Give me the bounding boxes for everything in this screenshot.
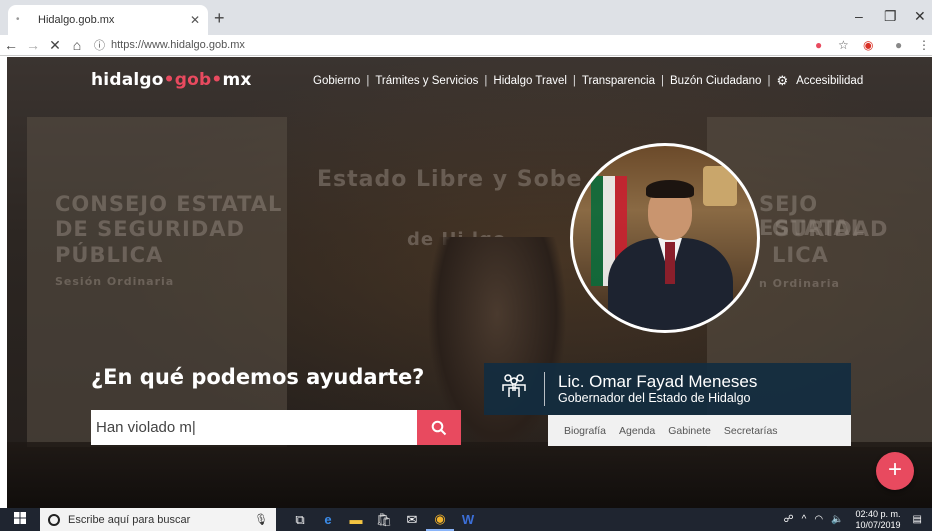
cortana-icon	[48, 513, 60, 526]
background-text: DE SEGURIDAD	[55, 217, 245, 241]
background-text: Estado Libre y Sobe	[317, 167, 583, 192]
link-gabinete[interactable]: Gabinete	[668, 425, 711, 437]
site-search	[91, 410, 461, 445]
background-text: GURIDAD	[772, 217, 889, 241]
taskbar-search[interactable]: Escribe aquí para buscar 🎙	[40, 508, 276, 531]
nav-gobierno[interactable]: Gobierno	[313, 75, 360, 87]
mail-icon[interactable]: ✉	[398, 508, 426, 531]
governor-card[interactable]: Lic. Omar Fayad Meneses Gobernador del E…	[484, 363, 851, 415]
store-icon[interactable]: 🛍	[370, 508, 398, 531]
logo-text-mx: mx	[222, 70, 252, 90]
nav-separator: |	[661, 75, 665, 87]
state-shield	[703, 166, 737, 206]
chevron-up-icon[interactable]: ^	[802, 514, 807, 525]
nav-accesibilidad[interactable]: Accesibilidad	[796, 75, 863, 87]
site-logo[interactable]: hidalgo•gob•mx	[91, 70, 252, 90]
logo-dot: •	[211, 70, 223, 90]
browser-tab[interactable]: • Hidalgo.gob.mx ✕	[8, 5, 208, 35]
windows-taskbar: Escribe aquí para buscar 🎙 ⧉ e ▬ 🛍 ✉ ◉ W…	[0, 508, 932, 531]
portrait-tie	[665, 242, 675, 284]
governor-role: Gobernador del Estado de Hidalgo	[558, 391, 751, 405]
nav-separator: |	[366, 75, 370, 87]
floating-plus-button[interactable]: +	[876, 452, 914, 490]
browser-tabbar: • Hidalgo.gob.mx ✕ + – ❐ ✕	[0, 0, 932, 35]
logo-dot: •	[163, 70, 175, 90]
clock-time: 02:40 p. m.	[855, 508, 901, 519]
nav-hidalgo-travel[interactable]: Hidalgo Travel	[493, 75, 567, 87]
clock-date: 10/07/2019	[855, 519, 901, 530]
back-icon[interactable]: ←	[0, 37, 22, 53]
governor-name: Lic. Omar Fayad Meneses	[558, 372, 758, 391]
star-icon[interactable]: ☆	[838, 38, 849, 52]
portrait-hair	[646, 180, 694, 198]
main-nav: Gobierno | Trámites y Servicios | Hidalg…	[313, 73, 863, 89]
notifications-icon[interactable]: ▤	[913, 514, 922, 525]
nav-separator: |	[572, 75, 576, 87]
home-icon[interactable]: ⌂	[66, 37, 88, 53]
people-tray-icon[interactable]: ☍	[783, 514, 793, 525]
favicon-icon: •	[16, 14, 20, 25]
edge-icon[interactable]: e	[314, 508, 342, 531]
nav-separator: |	[767, 75, 771, 87]
new-tab-button[interactable]: +	[214, 8, 225, 29]
nav-tramites[interactable]: Trámites y Servicios	[375, 75, 478, 87]
search-button[interactable]	[417, 410, 461, 445]
url-field[interactable]: ⓘ https://www.hidalgo.gob.mx	[94, 37, 245, 53]
tab-close-icon[interactable]: ✕	[190, 13, 200, 27]
page-headline: ¿En qué podemos ayudarte?	[91, 365, 425, 389]
background-desk	[7, 442, 932, 508]
people-icon	[484, 373, 544, 405]
background-text: PÚBLICA	[55, 243, 164, 267]
accessibility-gear-icon[interactable]: ⚙	[776, 73, 788, 89]
task-view-icon[interactable]: ⧉	[286, 508, 314, 531]
word-icon[interactable]: W	[454, 508, 482, 531]
logo-text-hidalgo: hidalgo	[91, 70, 164, 90]
maximize-button[interactable]: ❐	[884, 8, 897, 25]
link-secretarias[interactable]: Secretarías	[724, 425, 778, 437]
governor-links: Biografía Agenda Gabinete Secretarías	[548, 415, 851, 446]
background-text: n Ordinaria	[759, 277, 840, 290]
taskbar-clock[interactable]: 02:40 p. m. 10/07/2019	[856, 509, 901, 531]
volume-icon[interactable]: 🔈	[831, 514, 843, 525]
governor-info: Lic. Omar Fayad Meneses Gobernador del E…	[558, 372, 757, 406]
close-window-button[interactable]: ✕	[914, 8, 926, 25]
windows-icon	[14, 512, 26, 524]
account-icon[interactable]: ◉	[863, 38, 873, 52]
info-icon[interactable]: ⓘ	[94, 37, 105, 53]
background-text: Sesión Ordinaria	[55, 275, 175, 288]
profile-icon[interactable]: ●	[895, 38, 902, 52]
menu-icon[interactable]: ⋮	[918, 38, 930, 52]
file-explorer-icon[interactable]: ▬	[342, 508, 370, 531]
microphone-icon[interactable]: 🎙	[254, 513, 268, 526]
governor-portrait	[570, 143, 760, 333]
taskbar-search-placeholder: Escribe aquí para buscar	[68, 513, 191, 526]
search-icon	[431, 420, 447, 435]
link-biografia[interactable]: Biografía	[564, 425, 606, 437]
wifi-icon[interactable]: ◠	[814, 514, 823, 525]
background-text: CONSEJO ESTATAL	[55, 192, 283, 216]
link-agenda[interactable]: Agenda	[619, 425, 655, 437]
tab-title: Hidalgo.gob.mx	[38, 14, 115, 26]
system-tray: ☍ ^ ◠ 🔈 02:40 p. m. 10/07/2019 ▤	[779, 508, 926, 531]
web-page: CONSEJO ESTATAL DE SEGURIDAD PÚBLICA Ses…	[7, 57, 932, 508]
url-text: https://www.hidalgo.gob.mx	[111, 39, 245, 51]
nav-transparencia[interactable]: Transparencia	[582, 75, 655, 87]
nav-buzon-ciudadano[interactable]: Buzón Ciudadano	[670, 75, 761, 87]
search-input[interactable]	[91, 410, 417, 445]
stop-icon[interactable]: ✕	[44, 37, 66, 54]
taskbar-apps: ⧉ e ▬ 🛍 ✉ ◉ W	[286, 508, 482, 531]
logo-text-gob: gob	[174, 70, 212, 90]
forward-icon[interactable]: →	[22, 37, 44, 53]
start-button[interactable]	[0, 512, 40, 527]
extension-icon[interactable]: ●	[815, 38, 822, 52]
chrome-icon[interactable]: ◉	[426, 508, 454, 531]
address-bar: ← → ✕ ⌂ ⓘ https://www.hidalgo.gob.mx	[0, 35, 932, 56]
background-text: LICA	[772, 243, 829, 267]
card-divider	[544, 372, 545, 406]
minimize-button[interactable]: –	[855, 8, 863, 24]
nav-separator: |	[484, 75, 488, 87]
